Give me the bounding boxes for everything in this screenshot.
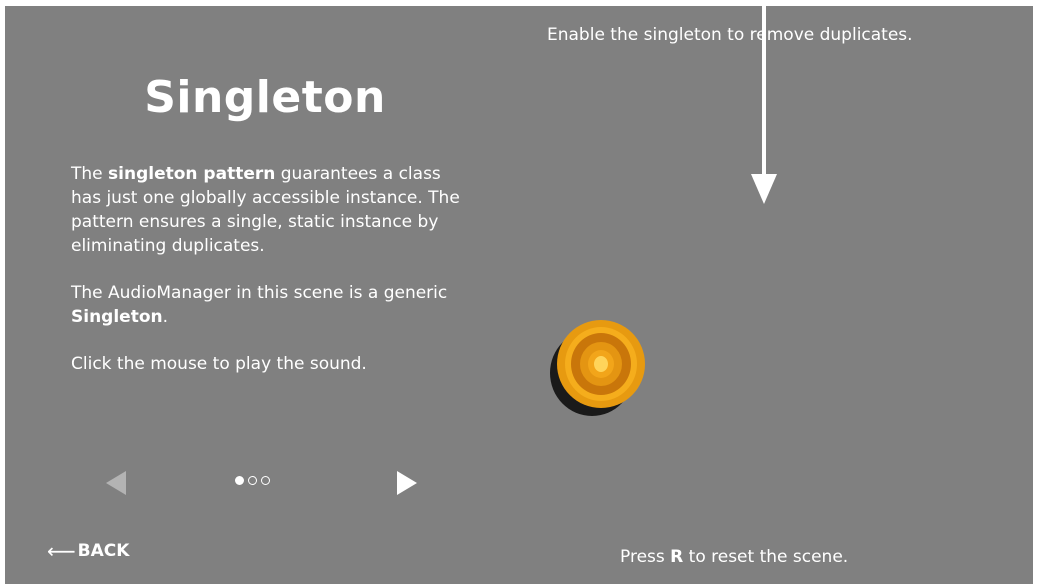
speaker-icon[interactable] bbox=[548, 318, 652, 418]
page-dot-3[interactable] bbox=[261, 476, 270, 485]
back-label: BACK bbox=[77, 541, 130, 561]
page-dot-1[interactable] bbox=[235, 476, 244, 485]
reset-key: R bbox=[670, 547, 684, 567]
description-text: The singleton pattern guarantees a class… bbox=[71, 162, 471, 399]
singleton-hint: Enable the singleton to remove duplicate… bbox=[547, 25, 913, 45]
instruction-text: Click the mouse to play the sound. bbox=[71, 354, 367, 374]
game-viewport[interactable]: Singleton The singleton pattern guarante… bbox=[5, 6, 1033, 584]
down-arrow-icon bbox=[751, 6, 777, 204]
page-title: Singleton bbox=[144, 72, 386, 123]
next-arrow-icon[interactable] bbox=[397, 471, 417, 495]
description-paragraph-1: The singleton pattern guarantees a class… bbox=[71, 164, 460, 256]
page-indicator bbox=[235, 476, 270, 485]
reset-hint: Press R to reset the scene. bbox=[620, 547, 849, 567]
page-dot-2[interactable] bbox=[248, 476, 257, 485]
prev-arrow-icon[interactable] bbox=[106, 471, 126, 495]
back-button[interactable]: ⟵ BACK bbox=[47, 538, 130, 563]
description-paragraph-2: The AudioManager in this scene is a gene… bbox=[71, 283, 448, 327]
back-arrow-icon: ⟵ bbox=[47, 538, 76, 563]
